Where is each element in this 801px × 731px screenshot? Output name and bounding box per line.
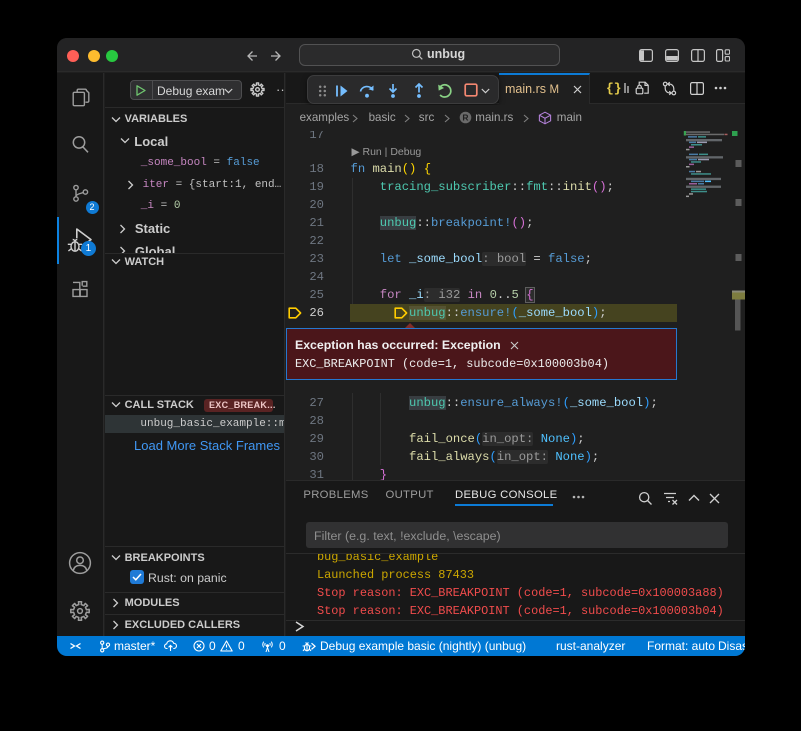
svg-text:R: R bbox=[462, 113, 468, 123]
